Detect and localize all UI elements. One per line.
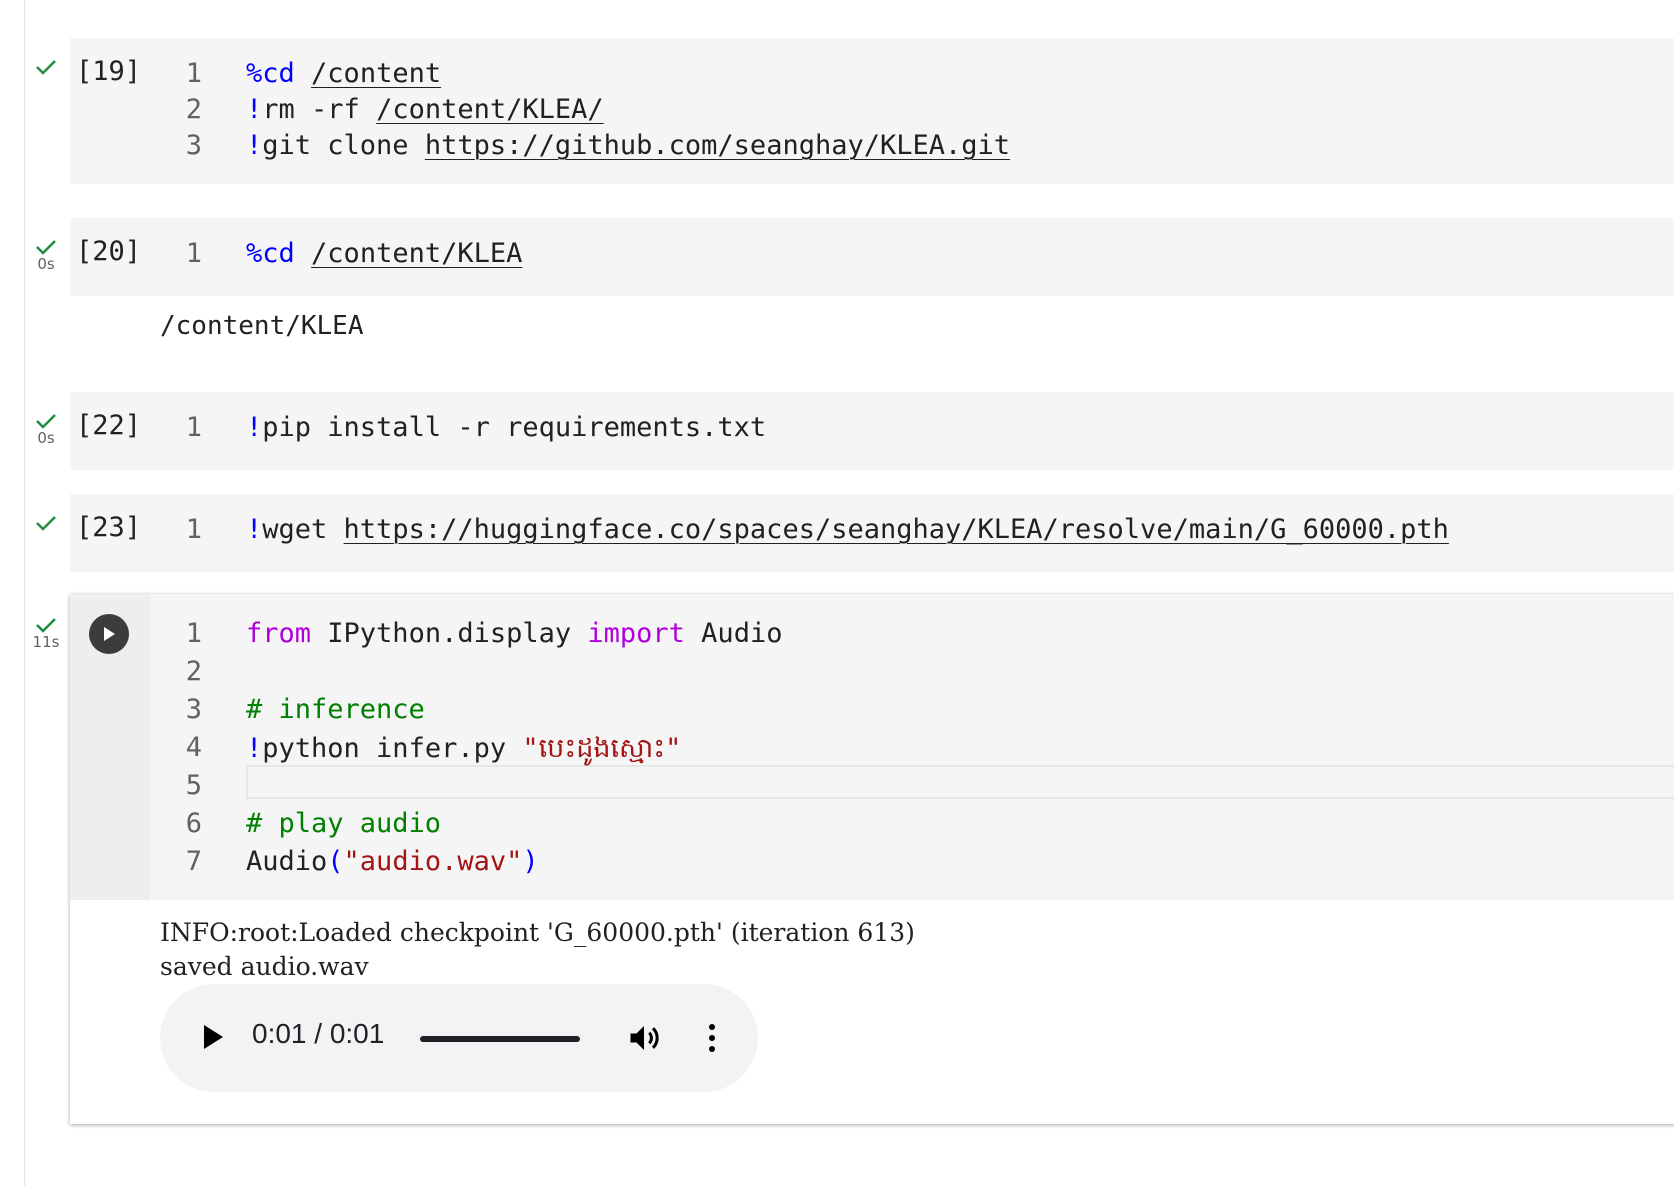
string-literal: "audio.wav" bbox=[343, 846, 523, 877]
code-comment[interactable]: # play audio bbox=[246, 808, 441, 839]
line-number: 6 bbox=[185, 808, 202, 839]
line-number: 1 bbox=[185, 58, 202, 89]
line-number: 3 bbox=[185, 130, 202, 161]
execution-duration: 11s bbox=[32, 633, 60, 651]
cell-output-line: saved audio.wav bbox=[160, 952, 369, 981]
code-comment[interactable]: # inference bbox=[246, 694, 425, 725]
keyword: from bbox=[246, 618, 312, 649]
line-number: 1 bbox=[185, 618, 202, 649]
audio-play-button[interactable] bbox=[200, 1022, 226, 1052]
code-line[interactable]: from IPython.display import Audio bbox=[246, 618, 782, 649]
code-line[interactable]: %cd /content bbox=[246, 58, 441, 89]
cell-status bbox=[30, 58, 62, 76]
cell-output-line: INFO:root:Loaded checkpoint 'G_60000.pth… bbox=[160, 918, 915, 947]
left-rule bbox=[24, 0, 25, 1186]
line-number: 1 bbox=[185, 412, 202, 443]
paren: ) bbox=[522, 846, 539, 877]
shell-bang: ! bbox=[246, 514, 263, 545]
code-line[interactable]: %cd /content/KLEA bbox=[246, 238, 522, 269]
play-icon bbox=[104, 627, 115, 641]
path-link[interactable]: /content bbox=[311, 58, 441, 89]
keyword: import bbox=[587, 618, 685, 649]
code-line[interactable]: !python infer.py "បេះដូងស្មោះ" bbox=[246, 732, 681, 771]
magic-command: %cd bbox=[246, 58, 295, 89]
cell-output: /content/KLEA bbox=[160, 311, 364, 341]
code-text: git clone bbox=[262, 130, 425, 161]
run-cell-button[interactable] bbox=[89, 614, 129, 654]
execution-count: [23] bbox=[76, 512, 142, 543]
execution-count: [20] bbox=[76, 236, 142, 267]
paren: ( bbox=[327, 846, 344, 877]
code-line[interactable]: !rm -rf /content/KLEA/ bbox=[246, 94, 604, 125]
code-line[interactable]: Audio("audio.wav") bbox=[246, 846, 539, 877]
cell-status: 11s bbox=[30, 616, 62, 650]
line-number: 1 bbox=[185, 238, 202, 269]
check-icon bbox=[36, 516, 56, 531]
cell-status bbox=[30, 514, 62, 532]
volume-icon[interactable] bbox=[626, 1020, 662, 1056]
check-icon bbox=[36, 60, 56, 75]
line-number: 7 bbox=[185, 846, 202, 877]
line-number: 5 bbox=[185, 770, 202, 801]
code-text: wget bbox=[262, 514, 344, 545]
shell-bang: ! bbox=[246, 130, 263, 161]
url-link[interactable]: https://huggingface.co/spaces/seanghay/K… bbox=[344, 514, 1449, 545]
execution-duration: 0s bbox=[37, 429, 55, 447]
code-text: python infer.py bbox=[262, 733, 523, 764]
audio-time: 0:01 / 0:01 bbox=[252, 1018, 385, 1049]
shell-bang: ! bbox=[246, 94, 263, 125]
line-number: 2 bbox=[185, 656, 202, 687]
check-icon bbox=[36, 414, 56, 429]
code-text: Audio bbox=[246, 846, 328, 877]
line-number: 4 bbox=[185, 732, 202, 763]
code-text: pip install -r requirements.txt bbox=[262, 412, 767, 443]
shell-bang: ! bbox=[246, 733, 263, 764]
execution-count: [19] bbox=[76, 56, 142, 87]
cell-status: 0s bbox=[30, 238, 62, 272]
line-number: 1 bbox=[185, 514, 202, 545]
more-options-icon[interactable] bbox=[700, 1020, 724, 1056]
check-icon bbox=[36, 240, 56, 255]
shell-bang: ! bbox=[246, 412, 263, 443]
code-text: IPython.display bbox=[311, 618, 588, 649]
code-line[interactable]: !wget https://huggingface.co/spaces/sean… bbox=[246, 514, 1449, 545]
audio-player[interactable]: 0:01 / 0:01 bbox=[160, 984, 758, 1092]
cell-status: 0s bbox=[30, 412, 62, 446]
string-literal: "បេះដូងស្មោះ" bbox=[522, 733, 682, 764]
path-link[interactable]: /content/KLEA/ bbox=[376, 94, 604, 125]
magic-command: %cd bbox=[246, 238, 295, 269]
execution-duration: 0s bbox=[37, 255, 55, 273]
code-text: Audio bbox=[684, 618, 783, 649]
code-line[interactable]: !git clone https://github.com/seanghay/K… bbox=[246, 130, 1010, 161]
line-number: 3 bbox=[185, 694, 202, 725]
url-link[interactable]: https://github.com/seanghay/KLEA.git bbox=[425, 130, 1010, 161]
code-text: rm -rf bbox=[262, 94, 377, 125]
audio-progress-track[interactable] bbox=[420, 1036, 580, 1042]
line-number: 2 bbox=[185, 94, 202, 125]
code-line[interactable]: !pip install -r requirements.txt bbox=[246, 412, 766, 443]
path-link[interactable]: /content/KLEA bbox=[311, 238, 522, 269]
check-icon bbox=[36, 618, 56, 633]
execution-count: [22] bbox=[76, 410, 142, 441]
